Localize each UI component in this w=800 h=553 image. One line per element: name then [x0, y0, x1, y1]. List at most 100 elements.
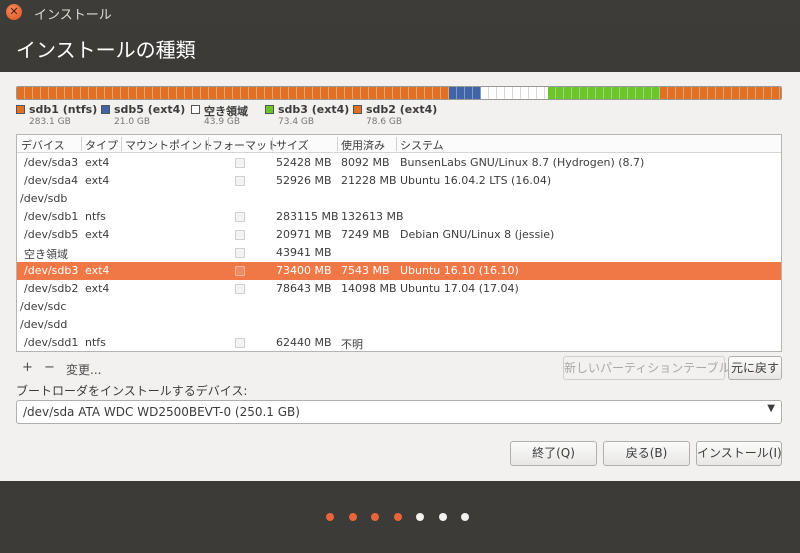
cell-size: 43941 MB — [276, 246, 332, 259]
legend-swatch — [101, 105, 110, 114]
cell-used: 7543 MB — [341, 264, 390, 277]
format-checkbox[interactable] — [235, 158, 245, 168]
page-title: インストールの種類 — [16, 38, 196, 62]
column-used[interactable]: 使用済み — [341, 137, 385, 153]
column-format[interactable]: フォーマット — [212, 137, 278, 153]
cell-device: /dev/sdb3 — [24, 264, 79, 277]
cell-device: /dev/sda4 — [24, 174, 79, 187]
format-checkbox[interactable] — [235, 338, 245, 348]
format-checkbox[interactable] — [235, 284, 245, 294]
column-size[interactable]: サイズ — [276, 137, 309, 153]
table-row[interactable]: /dev/sdb2 ext4 78643 MB 14098 MB Ubuntu 17.0… — [17, 280, 781, 298]
cell-device: /dev/sdd1 — [24, 336, 79, 349]
cell-used: 不明 — [341, 338, 363, 351]
partition-bar-segment-sdb2 — [660, 87, 781, 99]
cell-device: /dev/sdb5 — [24, 228, 79, 241]
format-checkbox[interactable] — [235, 212, 245, 222]
table-row[interactable]: /dev/sda3 ext4 52428 MB 8092 MB BunsenLabs G… — [17, 154, 781, 172]
cell-type: ext4 — [85, 228, 110, 241]
cell-system: Ubuntu 17.04 (17.04) — [400, 282, 519, 295]
legend-name: sdb1 (ntfs) — [29, 103, 98, 116]
progress-dot — [348, 513, 357, 521]
table-row[interactable]: /dev/sdb3 ext4 73400 MB 7543 MB Ubuntu 16.10… — [17, 262, 781, 280]
bootloader-device-value: /dev/sda ATA WDC WD2500BEVT-0 (250.1 GB) — [23, 405, 300, 419]
main-content: sdb1 (ntfs) 283.1 GB sdb5 (ext4) 21.0 GB 空き領… — [0, 72, 800, 481]
cell-device: /dev/sda3 — [24, 156, 79, 169]
legend-swatch — [191, 105, 200, 114]
title-bar: ✕ インストール — [0, 0, 800, 24]
bootloader-device-select[interactable]: /dev/sda ATA WDC WD2500BEVT-0 (250.1 GB)… — [16, 400, 782, 424]
format-checkbox[interactable] — [235, 176, 245, 186]
cell-device: /dev/sdb2 — [24, 282, 79, 295]
column-separator — [121, 137, 122, 151]
legend-size: 283.1 GB — [29, 117, 71, 127]
partition-toolbar: + − 変更... 新しいパーティションテーブル... 元に戻す — [16, 356, 782, 380]
partition-legend: sdb1 (ntfs) 283.1 GB sdb5 (ext4) 21.0 GB 空き領… — [16, 103, 782, 129]
cell-system: Ubuntu 16.04.2 LTS (16.04) — [400, 174, 552, 187]
format-checkbox[interactable] — [235, 266, 245, 276]
cell-used: 132613 MB — [341, 210, 404, 223]
legend-size: 73.4 GB — [278, 117, 315, 127]
cell-device: /dev/sdb1 — [24, 210, 79, 223]
legend-name: sdb5 (ext4) — [114, 103, 186, 116]
cell-type: ntfs — [85, 210, 106, 223]
legend-swatch — [16, 105, 25, 114]
cell-used: 8092 MB — [341, 156, 390, 169]
table-row[interactable]: /dev/sda4 ext4 52926 MB 21228 MB Ubuntu 16.0… — [17, 172, 781, 190]
legend-swatch — [265, 105, 274, 114]
cell-size: 283115 MB — [276, 210, 339, 223]
revert-button[interactable]: 元に戻す — [728, 356, 782, 380]
cell-type: ext4 — [85, 282, 110, 295]
installer-window: ✕ インストール インストールの種類 sdb1 (ntfs) 283.1 GB sd… — [0, 0, 800, 553]
table-row[interactable]: /dev/sdb1 ntfs 283115 MB 132613 MB — [17, 208, 781, 226]
table-row[interactable]: /dev/sdb5 ext4 20971 MB 7249 MB Debian GNU/L… — [17, 226, 781, 244]
cell-system: Debian GNU/Linux 8 (jessie) — [400, 228, 555, 241]
progress-dot — [326, 513, 334, 521]
partition-bar — [16, 86, 782, 100]
cell-device: /dev/sdb — [20, 192, 68, 205]
column-device[interactable]: デバイス — [21, 137, 65, 153]
install-button[interactable]: インストール(I) — [696, 441, 782, 466]
table-row[interactable]: /dev/sdd — [17, 316, 781, 334]
format-checkbox[interactable] — [235, 230, 245, 240]
column-separator — [81, 137, 82, 151]
table-row[interactable]: /dev/sdb — [17, 190, 781, 208]
legend-size: 43.9 GB — [204, 117, 241, 127]
close-button[interactable]: ✕ — [6, 4, 22, 20]
back-button[interactable]: 戻る(B) — [603, 441, 690, 466]
column-separator — [272, 137, 273, 151]
partition-bar-segment-sdb3 — [548, 87, 660, 99]
partition-bar-segment-free — [481, 87, 548, 99]
table-row[interactable]: /dev/sdd1 ntfs 62440 MB 不明 — [17, 334, 781, 351]
cell-device: /dev/sdd — [20, 318, 68, 331]
cell-used: 7249 MB — [341, 228, 390, 241]
progress-dot — [393, 513, 402, 521]
cell-system: BunsenLabs GNU/Linux 8.7 (Hydrogen) (8.7… — [400, 156, 645, 169]
progress-dot — [438, 513, 447, 521]
window-title: インストール — [34, 8, 112, 23]
column-type[interactable]: タイプ — [85, 137, 118, 153]
format-checkbox[interactable] — [235, 248, 245, 258]
legend-name: sdb2 (ext4) — [366, 103, 438, 116]
table-row[interactable]: 空き領域 43941 MB — [17, 244, 781, 262]
cell-used: 21228 MB — [341, 174, 397, 187]
table-header: デバイス タイプ マウントポイント フォーマット サイズ 使用済み システム — [17, 135, 781, 153]
quit-button[interactable]: 終了(Q) — [510, 441, 597, 466]
cell-system: Ubuntu 16.10 (16.10) — [400, 264, 519, 277]
column-mount[interactable]: マウントポイント — [125, 137, 213, 153]
column-separator — [337, 137, 338, 151]
bootloader-label: ブートローダをインストールするデバイス: — [16, 384, 248, 398]
partition-table[interactable]: デバイス タイプ マウントポイント フォーマット サイズ 使用済み システム /… — [16, 134, 782, 352]
page-header: インストールの種類 — [0, 24, 800, 72]
new-partition-table-button[interactable]: 新しいパーティションテーブル... — [563, 356, 742, 380]
legend-swatch — [353, 105, 362, 114]
add-partition-button[interactable]: + — [22, 360, 33, 375]
cell-size: 62440 MB — [276, 336, 332, 349]
remove-partition-button[interactable]: − — [44, 360, 55, 375]
progress-dot — [371, 513, 379, 521]
column-system[interactable]: システム — [400, 137, 444, 153]
legend-size: 21.0 GB — [114, 117, 151, 127]
change-partition-button[interactable]: 変更... — [66, 361, 101, 378]
table-row[interactable]: /dev/sdc — [17, 298, 781, 316]
dropdown-arrow-icon: ▼ — [767, 403, 775, 414]
